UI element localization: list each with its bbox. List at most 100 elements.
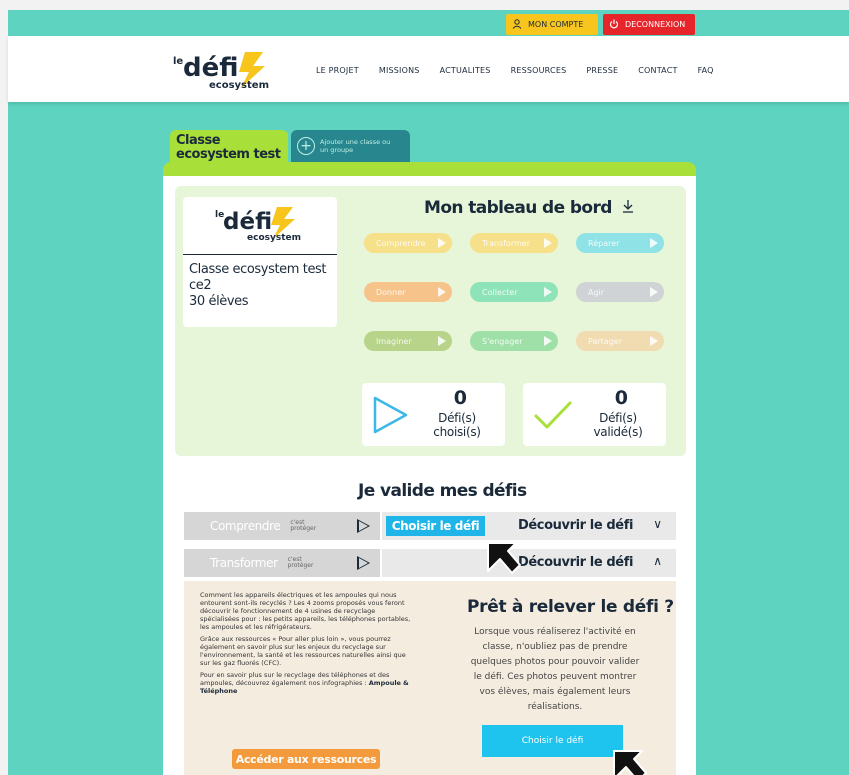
access-resources-button[interactable]: Accéder aux ressources [232,749,380,769]
pill-label: Réparer [588,238,620,248]
play-icon [544,336,552,346]
nav-item-contact[interactable]: CONTACT [638,66,677,75]
play-icon [650,336,658,346]
challenge-actions-cell: Découvrir le défi ∧ [382,549,676,577]
logout-button[interactable]: DECONNEXION [603,14,695,35]
nav-item-faq[interactable]: FAQ [698,66,714,75]
power-icon [609,19,619,31]
class-students: 30 élèves [189,294,249,309]
play-icon [544,238,552,248]
challenge-row-transformer: Transformer c'est protéger Découvrir le … [184,549,676,577]
logout-label: DECONNEXION [625,20,686,29]
challenge-tag: c'est protéger [290,519,317,532]
nav-item-resources[interactable]: RESSOURCES [511,66,567,75]
pill-label: Transformer [482,238,531,248]
play-outline-icon [372,395,410,439]
class-info-card: le défi ecosystem Classe ecosystem test … [183,197,337,327]
chosen-label: Défi(s) choisi(s) [433,411,481,439]
pill-label: Agir [588,287,605,297]
download-icon[interactable] [622,198,634,218]
card-logo: le défi ecosystem [211,201,306,243]
infographics-lead: Pour en savoir plus sur le recyclage des… [200,671,390,687]
chosen-count: 0 [453,387,467,409]
nav-item-press[interactable]: PRESSE [586,66,618,75]
my-account-button[interactable]: MON COMPTE [506,14,598,35]
challenge-name-cell[interactable]: Transformer c'est protéger [184,549,380,577]
nav-item-missions[interactable]: MISSIONS [379,66,420,75]
choose-challenge-cta[interactable]: Choisir le défi [482,725,623,757]
utility-bar: MON COMPTE DECONNEXION [0,14,849,36]
validate-section-title: Je valide mes défis [358,481,527,501]
challenge-detail-panel: Comment les appareils électriques et les… [184,581,676,775]
play-icon [650,287,658,297]
class-name: Classe ecosystem test [189,262,327,277]
nav-item-project[interactable]: LE PROJET [316,66,359,75]
my-account-label: MON COMPTE [528,20,584,29]
arrow-cursor-icon [612,749,650,775]
pill-reparer[interactable]: Réparer [576,233,664,253]
dashboard-title-text: Mon tableau de bord [424,198,612,218]
pill-label: Imaginer [376,336,412,346]
pill-imaginer[interactable]: Imaginer [364,331,452,351]
pill-label: Donner [376,287,406,297]
challenge-row-comprendre: Comprendre c'est protéger Choisir le déf… [184,512,676,540]
check-icon [533,399,573,435]
tab-class-label: Classe ecosystem test [176,133,281,162]
dashboard-title: Mon tableau de bord [424,198,634,218]
challenge-name: Transformer [210,556,278,570]
svg-text:défi: défi [223,209,272,235]
ready-text: Lorsque vous réaliserez l'activité en cl… [470,627,640,712]
add-class-label: Ajouter une classe ou un groupe [320,138,391,154]
validated-label: Défi(s) validé(s) [593,411,643,439]
stat-validated: 0 Défi(s) validé(s) [523,383,666,446]
challenge-tag: c'est protéger [287,556,314,569]
tab-add-class[interactable]: + Ajouter une classe ou un groupe [291,130,410,162]
play-icon [650,238,658,248]
phone-infographic-link[interactable]: Téléphone [200,687,237,695]
challenge-name-cell[interactable]: Comprendre c'est protéger [184,512,380,540]
bulb-infographic-link[interactable]: Ampoule [369,679,401,687]
pill-label: Partager [588,336,622,346]
validated-count: 0 [614,387,628,409]
challenge-actions-cell: Choisir le défi Découvrir le défi ∨ [382,512,676,540]
tab-class-ecosystem-test[interactable]: Classe ecosystem test [170,130,288,166]
svg-text:ecosystem: ecosystem [247,233,301,243]
pill-label: Comprendre [376,238,426,248]
ready-title: Prêt à relever le défi ? [467,597,674,617]
plus-icon: + [297,137,315,155]
main-nav: LE PROJET MISSIONS ACTUALITES RESSOURCES… [316,66,714,75]
site-header: le défi ecosystem LE PROJET MISSIONS ACT… [8,36,849,102]
pill-transformer[interactable]: Transformer [470,233,558,253]
discover-challenge-link[interactable]: Découvrir le défi [518,555,633,570]
class-details: Classe ecosystem test ce2 30 élèves [189,262,327,310]
arrow-cursor-icon [486,541,524,579]
description-paragraph: Comment les appareils électriques et les… [200,591,411,631]
play-icon [438,238,446,248]
pill-comprendre[interactable]: Comprendre [364,233,452,253]
chevron-up-icon[interactable]: ∧ [653,554,662,568]
window-frame-top [0,0,849,10]
chevron-down-icon[interactable]: ∨ [653,517,662,531]
play-icon [544,287,552,297]
panel-top-bar [163,162,696,176]
description-paragraph: Pour en savoir plus sur le recyclage des… [200,671,415,695]
window-frame-left [0,0,8,775]
pill-collecter[interactable]: Collecter [470,282,558,302]
pill-partager[interactable]: Partager [576,331,664,351]
svg-text:défi: défi [183,53,239,83]
nav-item-news[interactable]: ACTUALITES [440,66,491,75]
pill-donner[interactable]: Donner [364,282,452,302]
site-logo[interactable]: le défi ecosystem [173,46,283,92]
discover-challenge-link[interactable]: Découvrir le défi [518,518,633,533]
play-icon [438,287,446,297]
play-icon [438,336,446,346]
card-divider [183,254,337,255]
pill-label: Collecter [482,287,518,297]
pill-agir[interactable]: Agir [576,282,664,302]
choose-challenge-button[interactable]: Choisir le défi [386,516,485,536]
pill-label: S'engager [482,336,523,346]
pill-sengager[interactable]: S'engager [470,331,558,351]
svg-text:ecosystem: ecosystem [209,80,269,91]
challenge-description: Comment les appareils électriques et les… [200,591,415,699]
stat-chosen: 0 Défi(s) choisi(s) [362,383,505,446]
